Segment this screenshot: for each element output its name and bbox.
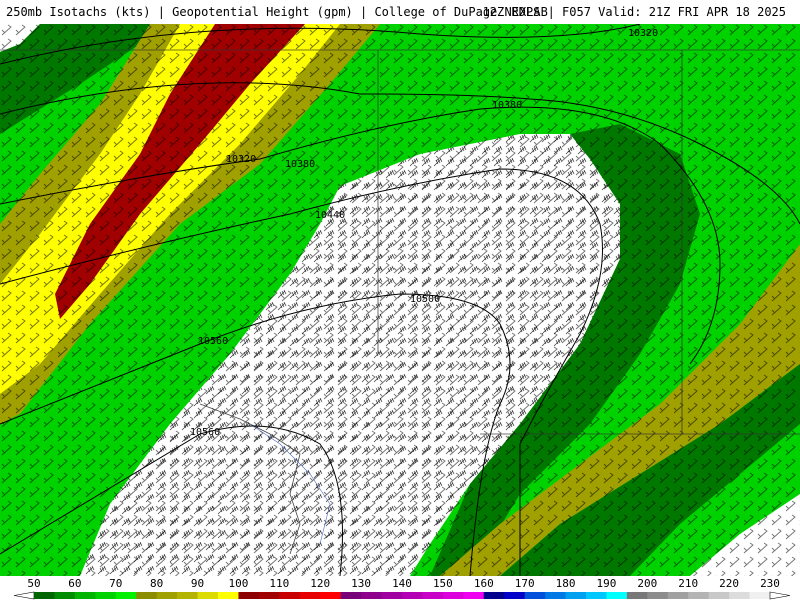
- legend-swatch: [320, 592, 342, 599]
- contour-label: 10440: [315, 210, 345, 221]
- legend-swatch: [667, 592, 689, 599]
- legend-swatch: [34, 592, 55, 599]
- legend-swatch: [422, 592, 444, 599]
- map-canvas: 10320 10380 10320 10380 10440 10500 1056…: [0, 24, 800, 576]
- legend-tick-label: 180: [556, 577, 576, 590]
- legend-swatch: [74, 592, 96, 599]
- legend-tick-label: 230: [760, 577, 780, 590]
- contour-label: 10320: [226, 154, 256, 165]
- legend-swatch: [340, 592, 362, 599]
- legend-tick-label: 150: [433, 577, 453, 590]
- legend-swatch: [156, 592, 178, 599]
- legend-tick-label: 80: [150, 577, 163, 590]
- legend-tick-label: 130: [351, 577, 371, 590]
- legend-swatch: [483, 592, 505, 599]
- contour-label: 10560: [190, 427, 220, 438]
- legend-swatch: [54, 592, 76, 599]
- legend-swatch: [504, 592, 526, 599]
- legend-color-bar: [13, 591, 791, 600]
- contour-label: 10320: [628, 28, 658, 39]
- legend-tick-label: 190: [597, 577, 617, 590]
- legend-tick-label: 100: [229, 577, 249, 590]
- legend-tick-labels: 50 60 70 80 90 100 110 120 130 140 150 160 170 180 190…: [27, 577, 780, 590]
- legend-swatch: [258, 592, 280, 599]
- legend-tick-label: 110: [269, 577, 289, 590]
- legend-swatch: [708, 592, 730, 599]
- legend-low-arrow: [13, 591, 35, 600]
- legend-tick-label: 60: [68, 577, 81, 590]
- legend-canvas: 50 60 70 80 90 100 110 120 130 140 150 160 170 180 190…: [13, 577, 791, 600]
- legend-tick-label: 50: [27, 577, 40, 590]
- legend-swatch: [524, 592, 546, 599]
- legend-tick-label: 120: [310, 577, 330, 590]
- legend-swatch: [626, 592, 648, 599]
- legend-swatch: [115, 592, 137, 599]
- legend-tick-label: 70: [109, 577, 122, 590]
- legend-swatch: [749, 592, 771, 599]
- legend-tick-label: 220: [719, 577, 739, 590]
- legend-swatch: [218, 592, 239, 599]
- isotach-color-legend: 50 60 70 80 90 100 110 120 130 140 150 160 170 180 190…: [0, 576, 800, 600]
- legend-swatch: [177, 592, 199, 599]
- product-title: 250mb Isotachs (kts) | Geopotential Heig…: [6, 5, 548, 19]
- legend-swatch: [606, 592, 628, 599]
- legend-tick-label: 160: [474, 577, 494, 590]
- legend-swatch: [361, 592, 383, 599]
- legend-high-arrow: [769, 591, 791, 600]
- contour-label: 10500: [410, 294, 440, 305]
- legend-swatch: [136, 592, 158, 599]
- legend-tick-label: 170: [515, 577, 535, 590]
- legend-tick-label: 140: [392, 577, 412, 590]
- legend-swatch: [442, 592, 464, 599]
- legend-swatch: [238, 592, 260, 599]
- contour-label: 10380: [492, 100, 522, 111]
- legend-swatch: [565, 592, 587, 599]
- legend-swatch: [647, 592, 669, 599]
- legend-swatch: [299, 592, 321, 599]
- contour-label: 10560: [198, 336, 228, 347]
- legend-tick-label: 210: [678, 577, 698, 590]
- legend-swatch: [402, 592, 423, 599]
- legend-swatch: [197, 592, 219, 599]
- legend-swatch: [586, 592, 607, 599]
- isotach-map: 10320 10380 10320 10380 10440 10500 1056…: [0, 24, 800, 576]
- weather-map-window: 250mb Isotachs (kts) | Geopotential Heig…: [0, 0, 800, 600]
- legend-swatch: [545, 592, 567, 599]
- legend-swatch: [95, 592, 117, 599]
- legend-swatch: [729, 592, 751, 599]
- legend-swatch: [279, 592, 301, 599]
- legend-swatch: [688, 592, 710, 599]
- model-valid-time: 12Z RDPS | F057 Valid: 21Z FRI APR 18 20…: [482, 5, 786, 19]
- map-header: 250mb Isotachs (kts) | Geopotential Heig…: [0, 0, 800, 25]
- contour-label: 10380: [285, 159, 315, 170]
- legend-tick-label: 200: [637, 577, 657, 590]
- legend-swatch: [463, 592, 485, 599]
- legend-swatch: [381, 592, 403, 599]
- legend-tick-label: 90: [191, 577, 204, 590]
